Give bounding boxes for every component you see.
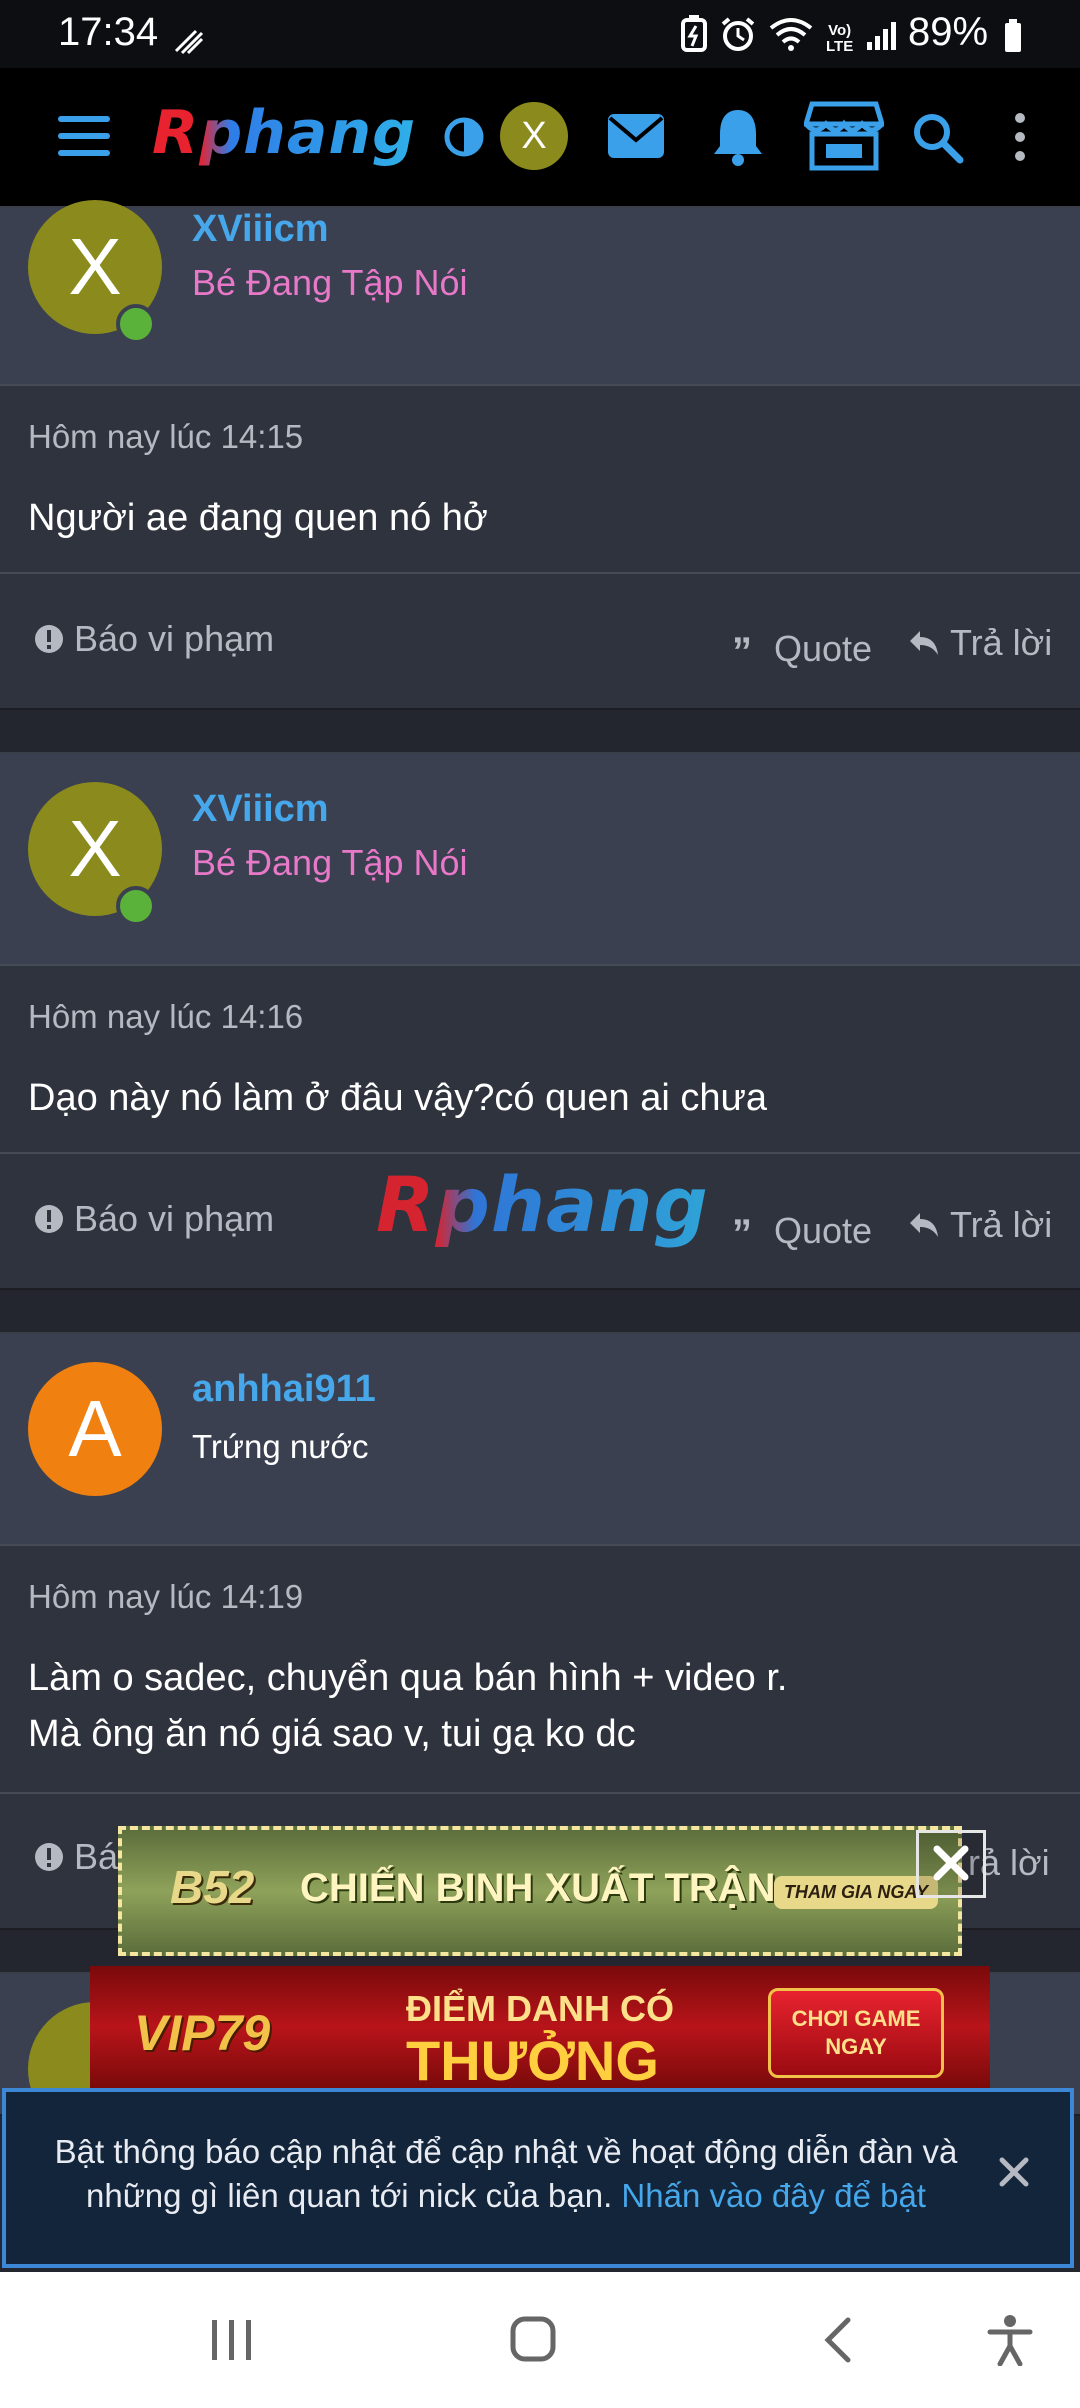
watermark-logo: Rphang bbox=[376, 1160, 709, 1249]
report-icon bbox=[35, 1843, 63, 1871]
ad-cta-vip79: CHƠI GAME NGAY bbox=[768, 1988, 944, 2078]
reply-icon bbox=[910, 631, 938, 655]
quote-label: Quote bbox=[774, 1209, 873, 1251]
reply-button[interactable]: Trả lời bbox=[908, 1204, 1052, 1246]
divider bbox=[0, 1544, 1080, 1546]
report-label: Báo vi phạm bbox=[74, 618, 275, 659]
status-bar: 17:34 Vo) LTE 89% bbox=[0, 0, 1080, 68]
post-2: X XViiicm Bé Đang Tập Nói Hôm nay lúc 14… bbox=[0, 752, 1080, 1290]
battery-level: 89% bbox=[908, 10, 989, 54]
status-time: 17:34 bbox=[58, 10, 159, 54]
post-2-body: Dạo này nó làm ở đâu vậy?có quen ai chưa bbox=[28, 1070, 767, 1126]
top-navigation: Rphang X bbox=[0, 68, 1080, 206]
notification-message: Bật thông báo cập nhật để cập nhật về ho… bbox=[46, 2130, 966, 2218]
report-button[interactable]: Báo vi phạm bbox=[34, 1198, 274, 1240]
report-icon bbox=[35, 1205, 63, 1233]
report-button[interactable]: Báo vi phạm bbox=[34, 618, 274, 660]
quote-icon: ” bbox=[732, 630, 752, 674]
post-1-user-title: Bé Đang Tập Nói bbox=[192, 262, 468, 303]
quote-icon: ” bbox=[732, 1212, 752, 1256]
post-2-timestamp[interactable]: Hôm nay lúc 14:16 bbox=[28, 998, 303, 1036]
ad-banner-vip79[interactable]: VIP79 ĐIỂM DANH CÓ THƯỞNG CHƠI GAME NGAY bbox=[90, 1966, 990, 2088]
signal-strength-icon bbox=[172, 20, 206, 65]
divider bbox=[0, 1152, 1080, 1154]
accessibility-icon[interactable] bbox=[986, 2314, 1034, 2371]
ad-brand-vip79: VIP79 bbox=[134, 2005, 271, 2061]
system-navigation-bar bbox=[0, 2272, 1080, 2408]
post-3-avatar[interactable]: A bbox=[28, 1362, 162, 1496]
notifications-bell-icon[interactable] bbox=[710, 106, 766, 171]
divider bbox=[0, 384, 1080, 386]
post-body-line: Người ae đang quen nó hở bbox=[28, 497, 488, 539]
report-icon bbox=[35, 625, 63, 653]
quote-button[interactable]: ” Quote bbox=[732, 1204, 872, 1257]
post-1-username[interactable]: XViiicm bbox=[192, 208, 329, 251]
quote-label: Quote bbox=[774, 627, 873, 669]
post-3-header bbox=[0, 1334, 1080, 1544]
online-status-icon bbox=[116, 886, 156, 926]
close-notification-icon[interactable] bbox=[996, 2154, 1032, 2195]
more-options-icon[interactable] bbox=[1012, 112, 1028, 167]
push-notification-prompt: Bật thông báo cập nhật để cập nhật về ho… bbox=[2, 2088, 1074, 2268]
ad-headline-b52: CHIẾN BINH XUẤT TRẬN bbox=[300, 1866, 776, 1910]
reply-label: Trả lời bbox=[950, 1204, 1053, 1245]
site-logo[interactable]: Rphang bbox=[152, 98, 416, 168]
reply-button[interactable]: Trả lời bbox=[908, 622, 1052, 664]
cell-signal-icon bbox=[865, 17, 897, 62]
status-icons: Vo) LTE bbox=[680, 14, 897, 64]
volte-icon: Vo) LTE bbox=[826, 22, 854, 55]
post-2-username[interactable]: XViiicm bbox=[192, 788, 329, 831]
ad-headline-line1: ĐIỂM DANH CÓ bbox=[406, 1988, 674, 2029]
report-label: Bá bbox=[74, 1836, 119, 1877]
ad-banner-b52[interactable]: B52 CHIẾN BINH XUẤT TRẬN THAM GIA NGAY bbox=[118, 1826, 962, 1956]
ad-cta-line: NGAY bbox=[825, 2034, 887, 2059]
home-icon[interactable] bbox=[510, 2316, 556, 2367]
divider bbox=[0, 572, 1080, 574]
reply-icon bbox=[910, 1213, 938, 1237]
user-avatar[interactable]: X bbox=[500, 102, 568, 170]
recent-apps-icon[interactable] bbox=[208, 2318, 256, 2367]
post-1-header bbox=[0, 208, 1080, 384]
battery-saver-icon bbox=[680, 14, 708, 64]
post-3-username[interactable]: anhhai911 bbox=[192, 1368, 376, 1411]
store-icon[interactable] bbox=[802, 100, 886, 177]
post-2-user-title: Bé Đang Tập Nói bbox=[192, 842, 468, 883]
post-body-line: Dạo này nó làm ở đâu vậy?có quen ai chưa bbox=[28, 1077, 768, 1119]
reply-label: Trả lời bbox=[950, 622, 1053, 663]
ad-close-icon[interactable] bbox=[916, 1830, 986, 1898]
messages-icon[interactable] bbox=[606, 112, 666, 165]
report-button[interactable]: Bá bbox=[34, 1836, 118, 1878]
post-3-body: Làm o sadec, chuyển qua bán hình + video… bbox=[28, 1650, 787, 1762]
wifi-icon bbox=[768, 16, 814, 62]
post-body-line: Làm o sadec, chuyển qua bán hình + video… bbox=[28, 1657, 788, 1699]
hamburger-menu-icon[interactable] bbox=[56, 114, 112, 163]
post-3-user-title: Trứng nước bbox=[192, 1428, 369, 1465]
alarm-icon bbox=[720, 16, 756, 62]
battery-icon bbox=[1004, 18, 1022, 63]
post-body-line: Mà ông ăn nó giá sao v, tui gạ ko dc bbox=[28, 1713, 636, 1755]
search-icon[interactable] bbox=[912, 112, 964, 169]
quote-button[interactable]: ” Quote bbox=[732, 622, 872, 675]
divider bbox=[0, 964, 1080, 966]
post-3-timestamp[interactable]: Hôm nay lúc 14:19 bbox=[28, 1578, 303, 1616]
post-1-body: Người ae đang quen nó hở bbox=[28, 490, 488, 546]
ad-headline-line2: THƯỞNG bbox=[406, 2029, 659, 2088]
divider bbox=[0, 1792, 1080, 1794]
post-1-timestamp[interactable]: Hôm nay lúc 14:15 bbox=[28, 418, 303, 456]
post-1: X XViiicm Bé Đang Tập Nói Hôm nay lúc 14… bbox=[0, 200, 1080, 710]
post-2-header bbox=[0, 754, 1080, 964]
ad-cta-b52: THAM GIA NGAY bbox=[774, 1876, 938, 1909]
enable-notifications-link[interactable]: Nhấn vào đây để bật bbox=[621, 2177, 926, 2214]
theme-toggle-icon[interactable] bbox=[443, 116, 485, 163]
report-label: Báo vi phạm bbox=[74, 1198, 275, 1239]
online-status-icon bbox=[116, 304, 156, 344]
back-icon[interactable] bbox=[822, 2316, 852, 2369]
ad-cta-line: CHƠI GAME bbox=[791, 2006, 921, 2031]
ad-brand-b52: B52 bbox=[170, 1861, 255, 1913]
